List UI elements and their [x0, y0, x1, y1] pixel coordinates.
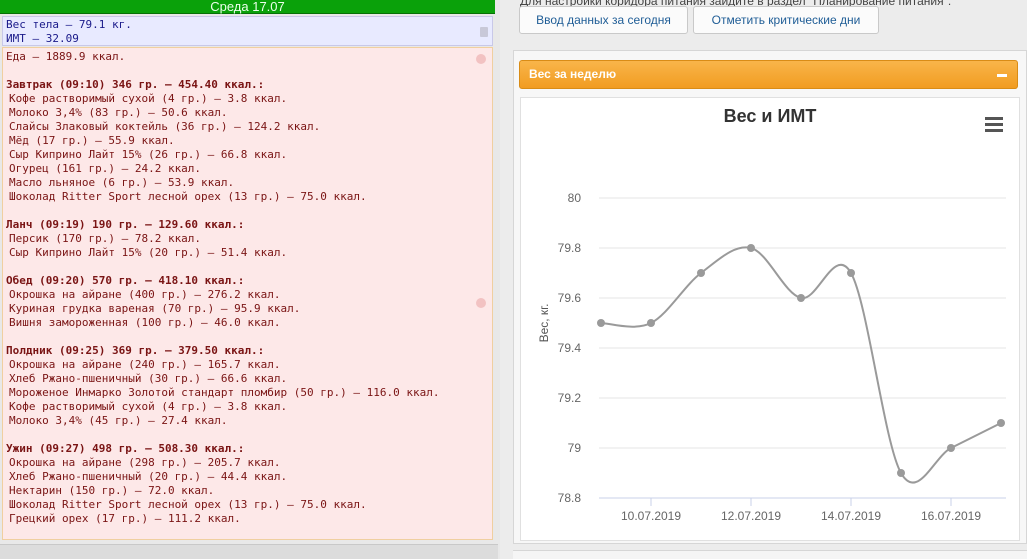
y-axis-label: Вес, кг. — [537, 304, 551, 343]
food-total: Еда — 1889.9 ккал. — [6, 50, 126, 63]
mark-critical-days-button[interactable]: Отметить критические дни — [693, 6, 879, 34]
chart-title: Вес и ИМТ — [724, 106, 817, 126]
meal-block: Полдник (09:25) 369 гр. — 379.50 ккал.: О… — [6, 344, 489, 428]
day-header: Среда 17.07 — [0, 0, 495, 14]
next-widget-edge — [513, 550, 1027, 559]
widget-header[interactable]: Вес за неделю — [519, 60, 1018, 89]
data-point[interactable] — [997, 419, 1005, 427]
food-item: Грецкий орех (17 гр.) — 111.2 ккал. — [9, 512, 241, 525]
food-item: Вишня замороженная (100 гр.) — 46.0 ккал… — [9, 316, 281, 329]
food-item: Шоколад Ritter Sport лесной орех (13 гр.… — [9, 190, 367, 203]
food-item: Хлеб Ржано-пшеничный (30 гр.) — 66.6 кка… — [9, 372, 288, 385]
series-line — [600, 246, 1002, 484]
x-tick-label: 12.07.2019 — [721, 509, 781, 523]
day-panel: Среда 17.07 Вес тела — 79.1 кг. ИМТ — 32… — [0, 0, 500, 559]
input-today-button[interactable]: Ввод данных за сегодня — [519, 6, 688, 34]
food-item: Окрошка на айране (400 гр.) — 276.2 ккал… — [9, 288, 281, 301]
y-tick-label: 79.4 — [558, 341, 582, 355]
hand-icon[interactable] — [476, 54, 486, 64]
data-point[interactable] — [747, 244, 755, 252]
meal-title: Завтрак (09:10) 346 гр. — 454.40 ккал.: — [6, 78, 265, 91]
food-item: Кофе растворимый сухой (4 гр.) — 3.8 кка… — [9, 400, 288, 413]
food-item: Молоко 3,4% (83 гр.) — 50.6 ккал. — [9, 106, 228, 119]
data-point[interactable] — [897, 469, 905, 477]
food-item: Куриная грудка вареная (70 гр.) — 95.9 к… — [9, 302, 301, 315]
data-point[interactable] — [697, 269, 705, 277]
food-item: Хлеб Ржано-пшеничный (20 гр.) — 44.4 кка… — [9, 470, 288, 483]
food-item: Молоко 3,4% (45 гр.) — 27.4 ккал. — [9, 414, 228, 427]
food-item: Сыр Киприно Лайт 15% (20 гр.) — 51.4 кка… — [9, 246, 288, 259]
hand-icon[interactable] — [476, 298, 486, 308]
collapse-icon[interactable] — [997, 74, 1007, 77]
food-item: Персик (170 гр.) — 78.2 ккал. — [9, 232, 202, 245]
meal-block: Завтрак (09:10) 346 гр. — 454.40 ккал.: К… — [6, 78, 489, 204]
weekly-weight-widget: Вес за неделю Вес и ИМТ Вес, кг. 78.8 79 7… — [513, 50, 1027, 544]
food-item: Кофе растворимый сухой (4 гр.) — 3.8 кка… — [9, 92, 288, 105]
meal-block: Ужин (09:27) 498 гр. — 508.30 ккал.: Окро… — [6, 442, 489, 526]
data-point[interactable] — [847, 269, 855, 277]
food-item: Шоколад Ritter Sport лесной орех (13 гр.… — [9, 498, 367, 511]
data-point[interactable] — [797, 294, 805, 302]
food-item: Мёд (17 гр.) — 55.9 ккал. — [9, 134, 175, 147]
y-tick-label: 79 — [568, 441, 582, 455]
widget-title: Вес за неделю — [529, 67, 617, 81]
data-point[interactable] — [597, 319, 605, 327]
meal-block: Обед (09:20) 570 гр. — 418.10 ккал.: Окро… — [6, 274, 489, 330]
food-item: Масло льняное (6 гр.) — 53.9 ккал. — [9, 176, 235, 189]
meal-list: Завтрак (09:10) 346 гр. — 454.40 ккал.: К… — [6, 78, 489, 526]
bmi-text: ИМТ — 32.09 — [6, 32, 79, 45]
food-item: Окрошка на айране (298 гр.) — 205.7 ккал… — [9, 456, 281, 469]
meal-block: Ланч (09:19) 190 гр. — 129.60 ккал.: Перс… — [6, 218, 489, 260]
left-footer-bar — [0, 544, 498, 559]
data-point[interactable] — [647, 319, 655, 327]
food-item: Сыр Киприно Лайт 15% (26 гр.) — 66.8 кка… — [9, 148, 288, 161]
food-item: Слайсы Злаковый коктейль (36 гр.) — 124.… — [9, 120, 321, 133]
weight-chart: Вес и ИМТ Вес, кг. 78.8 79 79.2 79.4 79.6 79.… — [537, 106, 1006, 523]
y-tick-label: 78.8 — [558, 491, 582, 505]
edit-icon[interactable] — [480, 27, 488, 37]
meal-title: Обед (09:20) 570 гр. — 418.10 ккал.: — [6, 274, 245, 287]
y-tick-label: 79.2 — [558, 391, 582, 405]
x-tick-label: 16.07.2019 — [921, 509, 981, 523]
meal-title: Ланч (09:19) 190 гр. — 129.60 ккал.: — [6, 218, 245, 231]
food-item: Огурец (161 гр.) — 24.2 ккал. — [9, 162, 202, 175]
food-item: Окрошка на айране (240 гр.) — 165.7 ккал… — [9, 358, 281, 371]
food-item: Нектарин (150 гр.) — 72.0 ккал. — [9, 484, 215, 497]
y-tick-label: 79.8 — [558, 241, 582, 255]
food-item: Мороженое Инмарко Золотой стандарт пломб… — [9, 386, 440, 399]
data-point[interactable] — [947, 444, 955, 452]
food-log: Еда — 1889.9 ккал. Завтрак (09:10) 346 г… — [2, 47, 493, 540]
meal-title: Полдник (09:25) 369 гр. — 379.50 ккал.: — [6, 344, 265, 357]
meal-title: Ужин (09:27) 498 гр. — 508.30 ккал.: — [6, 442, 245, 455]
y-tick-label: 79.6 — [558, 291, 582, 305]
chart-container: Вес и ИМТ Вес, кг. 78.8 79 79.2 79.4 79.6 79.… — [520, 97, 1020, 541]
x-tick-label: 10.07.2019 — [621, 509, 681, 523]
menu-icon[interactable] — [985, 117, 1003, 132]
body-stats: Вес тела — 79.1 кг. ИМТ — 32.09 — [2, 16, 493, 46]
y-tick-label: 80 — [568, 191, 582, 205]
x-tick-label: 14.07.2019 — [821, 509, 881, 523]
weight-text: Вес тела — 79.1 кг. — [6, 18, 132, 31]
